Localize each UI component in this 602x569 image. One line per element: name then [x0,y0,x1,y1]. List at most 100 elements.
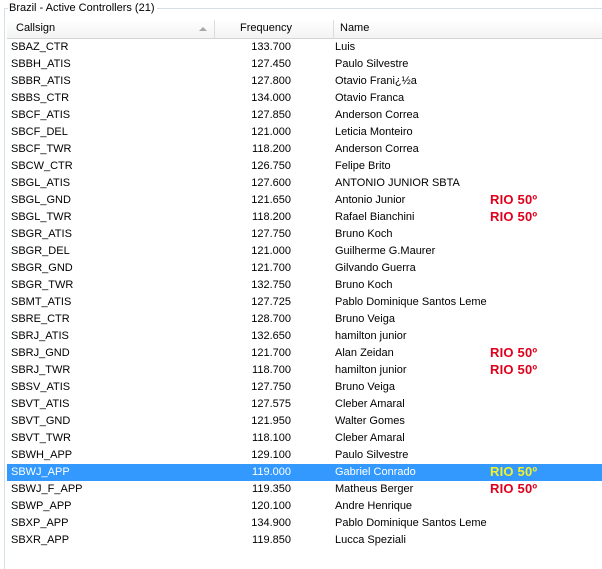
panel-title: Brazil - Active Controllers (21) [8,2,157,15]
name-cell: Leticia Monteiro [335,126,413,138]
name-cell: Bruno Veiga [335,313,395,325]
controller-row[interactable]: SBRJ_TWR 118.700 hamilton junior RIO 50º [7,362,602,379]
frequency-cell: 134.000 [251,92,291,104]
frequency-cell: 121.700 [251,347,291,359]
name-cell: Paulo Silvestre [335,449,409,461]
controller-row[interactable]: SBBH_ATIS 127.450 Paulo Silvestre [7,56,602,73]
callsign-cell: SBGR_DEL [11,245,70,257]
frequency-cell: 121.950 [251,415,291,427]
controller-row[interactable]: SBCF_ATIS 127.850 Anderson Correa [7,107,602,124]
controller-row[interactable]: SBWP_APP 120.100 Andre Henrique [7,498,602,515]
controller-row[interactable]: SBGL_TWR 118.200 Rafael Bianchini RIO 50º [7,209,602,226]
controller-row[interactable]: SBGR_DEL 121.000 Guilherme G.Maurer [7,243,602,260]
frequency-cell: 127.450 [251,58,291,70]
frequency-cell: 127.725 [251,296,291,308]
controller-row[interactable]: SBXP_APP 134.900 Pablo Dominique Santos Le… [7,515,602,532]
name-cell: Otavio Franca [335,92,405,104]
controller-row[interactable]: SBCF_TWR 118.200 Anderson Correa [7,141,602,158]
frequency-cell: 121.650 [251,194,291,206]
controller-row[interactable]: SBRJ_ATIS 132.650 hamilton junior [7,328,602,345]
controller-row[interactable]: SBWH_APP 129.100 Paulo Silvestre [7,447,602,464]
frequency-cell: 121.000 [251,126,291,138]
rio-event-badge: RIO 50º [490,481,538,496]
controller-row[interactable]: SBWJ_APP 119.000 Gabriel Conrado RIO 50º [7,464,602,481]
controller-row[interactable]: SBMT_ATIS 127.725 Pablo Dominique Santos L… [7,294,602,311]
name-cell: Alan Zeidan [335,347,394,359]
callsign-cell: SBWH_APP [11,449,73,461]
callsign-cell: SBRE_CTR [11,313,70,325]
callsign-cell: SBVT_ATIS [11,398,70,410]
name-cell: Guilherme G.Maurer [335,245,436,257]
column-header-name[interactable]: Name [334,20,602,38]
callsign-cell: SBBR_ATIS [11,75,71,87]
name-cell: Anderson Correa [335,109,419,121]
controller-row[interactable]: SBGL_GND 121.650 Antonio Junior RIO 50º [7,192,602,209]
frequency-cell: 118.200 [252,143,291,155]
frequency-cell: 127.575 [251,398,291,410]
controllers-listview[interactable]: Callsign Frequency Name SBAZ_CTR 133.700 L… [7,20,602,560]
name-cell: Antonio Junior [335,194,406,206]
callsign-cell: SBMT_ATIS [11,296,72,308]
column-header-frequency-label: Frequency [240,22,292,34]
name-cell: Felipe Brito [335,160,391,172]
frequency-cell: 121.700 [251,262,291,274]
controller-row[interactable]: SBGR_GND 121.700 Gilvando Guerra [7,260,602,277]
name-cell: Anderson Correa [335,143,419,155]
frequency-cell: 127.750 [251,381,291,393]
callsign-cell: SBRJ_ATIS [11,330,69,342]
name-cell: Lucca Speziali [335,534,406,546]
controller-row[interactable]: SBVT_TWR 118.100 Cleber Amaral [7,430,602,447]
controller-row[interactable]: SBBR_ATIS 127.800 Otavio Frani¿½a [7,73,602,90]
callsign-cell: SBGR_ATIS [11,228,72,240]
name-cell: Matheus Berger [335,483,414,495]
callsign-cell: SBGR_GND [11,262,73,274]
column-header-bar: Callsign Frequency Name [7,20,602,39]
frequency-cell: 121.000 [251,245,291,257]
controller-row[interactable]: SBWJ_F_APP 119.350 Matheus Berger RIO 50º [7,481,602,498]
controller-row[interactable]: SBRE_CTR 128.700 Bruno Veiga [7,311,602,328]
controller-row[interactable]: SBRJ_GND 121.700 Alan Zeidan RIO 50º [7,345,602,362]
name-cell: hamilton junior [335,364,407,376]
controller-row[interactable]: SBGL_ATIS 127.600 ANTONIO JUNIOR SBTA [7,175,602,192]
name-cell: Rafael Bianchini [335,211,415,223]
callsign-cell: SBCF_ATIS [11,109,71,121]
rio-event-badge: RIO 50º [490,464,538,479]
sort-ascending-icon [199,27,207,31]
name-cell: Bruno Koch [335,279,393,291]
frequency-cell: 119.000 [252,466,291,478]
controller-row[interactable]: SBSV_ATIS 127.750 Bruno Veiga [7,379,602,396]
name-cell: ANTONIO JUNIOR SBTA [335,177,460,189]
controller-row[interactable]: SBBS_CTR 134.000 Otavio Franca [7,90,602,107]
name-cell: Bruno Koch [335,228,393,240]
column-header-frequency[interactable]: Frequency [215,20,334,38]
controller-row[interactable]: SBAZ_CTR 133.700 Luis [7,39,602,56]
callsign-cell: SBVT_TWR [11,432,71,444]
name-cell: Cleber Amaral [335,432,405,444]
controller-row[interactable]: SBVT_ATIS 127.575 Cleber Amaral [7,396,602,413]
controller-row[interactable]: SBGR_TWR 132.750 Bruno Koch [7,277,602,294]
frequency-cell: 118.200 [252,211,291,223]
controller-row[interactable]: SBVT_GND 121.950 Walter Gomes [7,413,602,430]
frequency-cell: 134.900 [251,517,291,529]
controller-row[interactable]: SBXR_APP 119.850 Lucca Speziali [7,532,602,549]
name-cell: Luis [335,41,356,53]
callsign-cell: SBRJ_TWR [11,364,71,376]
callsign-cell: SBBH_ATIS [11,58,71,70]
callsign-cell: SBCW_CTR [11,160,73,172]
frequency-cell: 127.750 [251,228,291,240]
callsign-cell: SBRJ_GND [11,347,70,359]
name-cell: Gilvando Guerra [335,262,416,274]
callsign-cell: SBCF_DEL [11,126,68,138]
controller-row[interactable]: SBCW_CTR 126.750 Felipe Brito [7,158,602,175]
controller-row[interactable]: SBCF_DEL 121.000 Leticia Monteiro [7,124,602,141]
name-cell: Andre Henrique [335,500,413,512]
callsign-cell: SBGR_TWR [11,279,74,291]
controller-row[interactable]: SBGR_ATIS 127.750 Bruno Koch [7,226,602,243]
rio-event-badge: RIO 50º [490,362,538,377]
name-cell: Walter Gomes [335,415,405,427]
name-cell: Cleber Amaral [335,398,405,410]
frequency-cell: 120.100 [251,500,291,512]
column-header-callsign[interactable]: Callsign [7,20,215,38]
name-cell: Gabriel Conrado [335,466,416,478]
column-header-callsign-label: Callsign [16,22,56,34]
